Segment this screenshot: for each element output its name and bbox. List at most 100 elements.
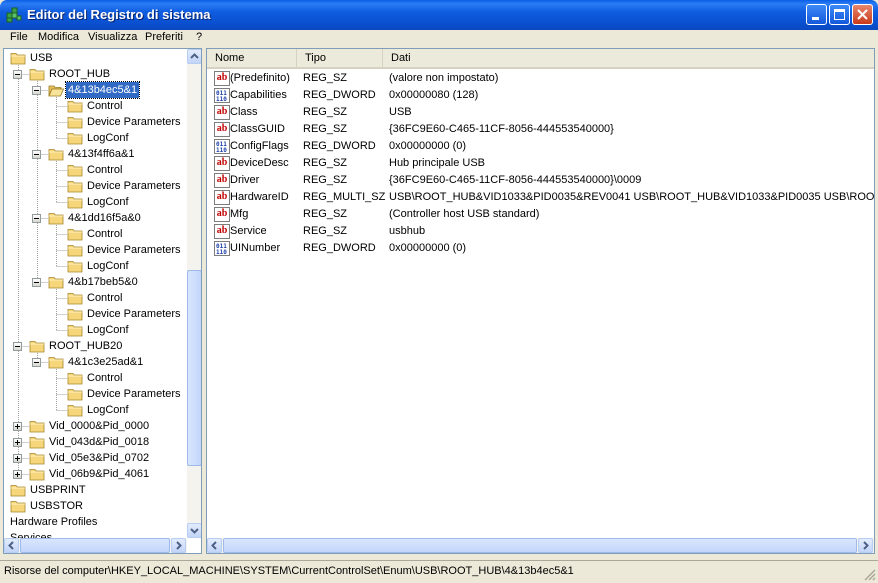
- menu-bar: File Modifica Visualizza Preferiti ?: [0, 30, 878, 47]
- binary-value-icon: 011 110: [214, 139, 230, 154]
- registry-key-tree[interactable]: USB ROOT_HUB 4&13b4ec5&1 Control Device Para…: [3, 48, 202, 554]
- tree-node-label: LogConf: [87, 404, 129, 416]
- value-type: REG_SZ: [303, 174, 348, 186]
- value-type: REG_DWORD: [303, 242, 376, 254]
- list-item[interactable]: ab ClassGUID REG_SZ {36FC9E60-C465-11CF-805…: [207, 121, 874, 138]
- folder-icon: [29, 469, 45, 481]
- tree-node-label: Device Parameters: [87, 244, 181, 256]
- list-item[interactable]: ab Driver REG_SZ {36FC9E60-C465-11CF-8056-4…: [207, 172, 874, 189]
- collapse-minus-icon[interactable]: [32, 278, 41, 287]
- list-item[interactable]: 011 110 Capabilities REG_DWORD 0x00000080 (1…: [207, 87, 874, 104]
- maximize-icon[interactable]: [829, 4, 850, 25]
- folder-icon: [10, 501, 26, 513]
- menu-preferiti[interactable]: Preferiti: [144, 31, 184, 43]
- tree-node-label: Control: [87, 100, 123, 112]
- collapse-minus-icon[interactable]: [32, 150, 41, 159]
- binary-value-icon: 011 110: [214, 241, 230, 256]
- tree-node-label: Device Parameters: [87, 308, 181, 320]
- value-name: Service: [230, 225, 267, 237]
- folder-icon: [67, 405, 83, 417]
- tree-node-label: LogConf: [87, 196, 129, 208]
- value-type: REG_SZ: [303, 106, 348, 118]
- scroll-right-icon[interactable]: [171, 538, 186, 553]
- svg-text:110: 110: [216, 96, 227, 102]
- collapse-minus-icon[interactable]: [32, 86, 41, 95]
- value-name: Driver: [230, 174, 260, 186]
- string-value-icon: ab: [214, 207, 230, 222]
- collapse-minus-icon[interactable]: [32, 214, 41, 223]
- value-type: REG_SZ: [303, 208, 348, 220]
- list-item[interactable]: 011 110 ConfigFlags REG_DWORD 0x00000000 (0): [207, 138, 874, 155]
- menu-modifica[interactable]: Modifica: [37, 31, 80, 43]
- menu-file[interactable]: File: [9, 31, 29, 43]
- value-data: 0x00000000 (0): [389, 140, 467, 152]
- collapse-minus-icon[interactable]: [13, 70, 22, 79]
- list-header: Nome Tipo Dati: [207, 49, 874, 69]
- folder-icon: [67, 261, 83, 273]
- column-header-name[interactable]: Nome: [207, 49, 297, 67]
- tree-horizontal-scroll-thumb[interactable]: [20, 538, 170, 553]
- menu-visualizza[interactable]: Visualizza: [87, 31, 138, 43]
- list-item[interactable]: ab DeviceDesc REG_SZ Hub principale USB: [207, 155, 874, 172]
- tree-node-label: 4&b17beb5&0: [68, 276, 138, 288]
- tree-node-label: USB: [30, 52, 53, 64]
- folder-icon: [10, 53, 26, 65]
- minimize-icon[interactable]: [806, 4, 827, 25]
- tree-node-label: ROOT_HUB20: [49, 340, 123, 352]
- list-item[interactable]: ab Class REG_SZ USB: [207, 104, 874, 121]
- scroll-left-icon[interactable]: [207, 538, 222, 553]
- expand-plus-icon[interactable]: [13, 438, 22, 447]
- folder-icon: [48, 357, 64, 369]
- collapse-minus-icon[interactable]: [32, 358, 41, 367]
- status-bar: Risorse del computer\HKEY_LOCAL_MACHINE\…: [0, 560, 878, 583]
- string-value-icon: ab: [214, 190, 230, 205]
- folder-icon: [48, 213, 64, 225]
- value-data: {36FC9E60-C465-11CF-8056-444553540000}\0…: [389, 174, 642, 186]
- expand-plus-icon[interactable]: [13, 470, 22, 479]
- tree-node-label: LogConf: [87, 260, 129, 272]
- list-item[interactable]: ab Mfg REG_SZ (Controller host USB standard…: [207, 206, 874, 223]
- list-item[interactable]: ab HardwareID REG_MULTI_SZ USB\ROOT_HUB&VID…: [207, 189, 874, 206]
- menu-help[interactable]: ?: [195, 31, 203, 43]
- size-grip-icon[interactable]: [864, 569, 876, 581]
- value-name: Capabilities: [230, 89, 287, 101]
- svg-text:110: 110: [216, 249, 227, 255]
- tree-horizontal-scrollbar[interactable]: [4, 538, 187, 553]
- folder-icon: [67, 165, 83, 177]
- tree-vertical-scroll-thumb[interactable]: [187, 270, 201, 466]
- scroll-down-icon[interactable]: [187, 523, 201, 538]
- tree-node-label: ROOT_HUB: [49, 68, 111, 80]
- scroll-right-icon[interactable]: [858, 538, 873, 553]
- list-item[interactable]: ab Service REG_SZ usbhub: [207, 223, 874, 240]
- expand-plus-icon[interactable]: [13, 454, 22, 463]
- scroll-up-icon[interactable]: [187, 49, 201, 64]
- tree-node-label: 4&13f4ff6a&1: [68, 148, 135, 160]
- string-value-icon: ab: [214, 156, 230, 171]
- title-bar[interactable]: Editor del Registro di sistema: [0, 0, 878, 30]
- registry-values-list[interactable]: Nome Tipo Dati ab (Predefinito) REG_SZ (val…: [206, 48, 875, 554]
- string-value-icon: ab: [214, 105, 230, 120]
- value-type: REG_MULTI_SZ: [303, 191, 386, 203]
- column-header-type[interactable]: Tipo: [297, 49, 383, 67]
- value-data: {36FC9E60-C465-11CF-8056-444553540000}: [389, 123, 614, 135]
- folder-icon: [67, 389, 83, 401]
- collapse-minus-icon[interactable]: [13, 342, 22, 351]
- value-data: USB: [389, 106, 412, 118]
- folder-icon: [67, 293, 83, 305]
- expand-plus-icon[interactable]: [13, 422, 22, 431]
- value-data: 0x00000080 (128): [389, 89, 479, 101]
- list-horizontal-scroll-thumb[interactable]: [223, 538, 857, 553]
- tree-node-label: Control: [87, 164, 123, 176]
- tree-vertical-scrollbar[interactable]: [187, 49, 201, 538]
- list-item[interactable]: 011 110 UINumber REG_DWORD 0x00000000 (0): [207, 240, 874, 257]
- list-horizontal-scrollbar[interactable]: [207, 538, 874, 553]
- tree-node-label: Hardware Profiles: [10, 516, 98, 528]
- folder-icon: [67, 117, 83, 129]
- scroll-left-icon[interactable]: [4, 538, 19, 553]
- close-icon[interactable]: [852, 4, 873, 25]
- value-name: Class: [230, 106, 258, 118]
- value-name: DeviceDesc: [230, 157, 289, 169]
- folder-icon: [48, 149, 64, 161]
- list-item[interactable]: ab (Predefinito) REG_SZ (valore non imposta…: [207, 70, 874, 87]
- column-header-data[interactable]: Dati: [383, 49, 874, 67]
